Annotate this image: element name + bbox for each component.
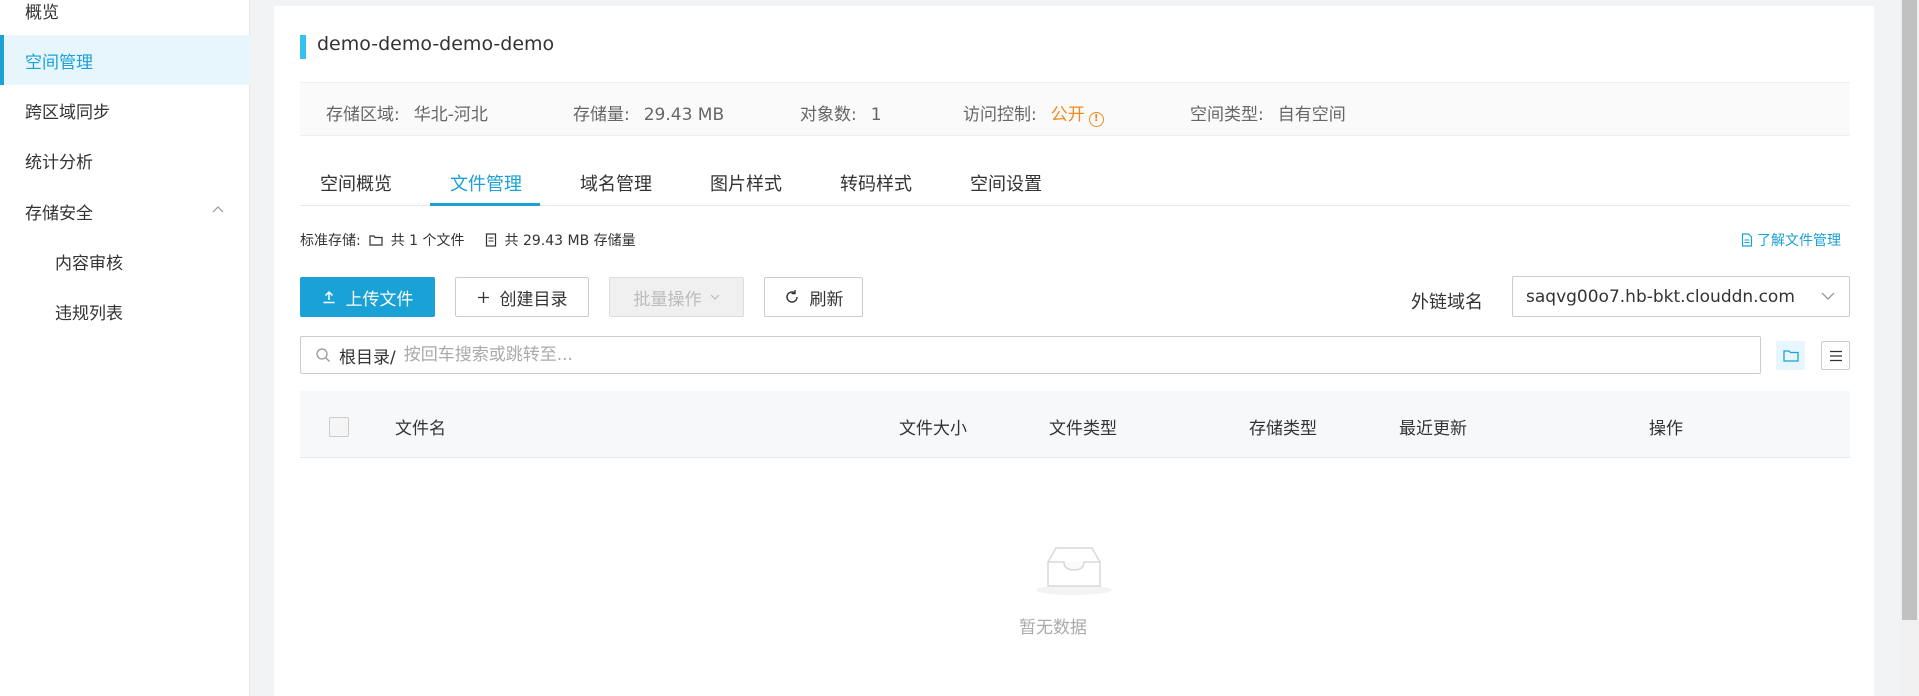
tab-domain-management[interactable]: 域名管理 [580, 170, 652, 196]
sidebar-item-space-management[interactable]: 空间管理 [0, 35, 250, 85]
refresh-label: 刷新 [809, 289, 844, 310]
scrollbar-thumb[interactable] [1902, 0, 1917, 620]
tab-image-styles[interactable]: 图片样式 [710, 170, 782, 196]
sidebar-item-label: 空间管理 [25, 52, 93, 73]
learn-link-label: 了解文件管理 [1757, 233, 1841, 249]
sidebar: 概览 空间管理 跨区域同步 统计分析 存储安全 内容审核 违规列表 [0, 0, 250, 696]
column-header-last-updated[interactable]: 最近更新 [1399, 414, 1467, 439]
tab-space-settings[interactable]: 空间设置 [970, 170, 1042, 196]
info-storage: 存储量: 29.43 MB [573, 100, 724, 125]
sidebar-item-label: 违规列表 [55, 303, 123, 324]
batch-operations-label: 批量操作 [633, 289, 702, 310]
tab-bar: 空间概览 文件管理 域名管理 图片样式 转码样式 空间设置 [300, 160, 1850, 206]
list-icon [1829, 350, 1842, 361]
column-header-filesize[interactable]: 文件大小 [899, 414, 967, 439]
folder-icon [369, 234, 383, 246]
sidebar-item-violation-list[interactable]: 违规列表 [0, 286, 250, 336]
info-value: 自有空间 [1277, 105, 1346, 125]
batch-operations-button[interactable]: 批量操作 [609, 277, 744, 317]
info-region: 存储区域: 华北-河北 [326, 100, 488, 125]
domain-select-value: saqvg00o7.hb-bkt.clouddn.com [1526, 286, 1795, 307]
plus-icon [477, 291, 489, 303]
access-public-value: 公开 [1050, 105, 1085, 125]
chevron-down-icon [1821, 292, 1835, 300]
main-panel: demo-demo-demo-demo 存储区域: 华北-河北 存储量: 29.43… [274, 6, 1874, 696]
stats-file-count: 共 1 个文件 [390, 233, 465, 249]
create-directory-button[interactable]: 创建目录 [455, 277, 589, 317]
sidebar-item-statistics[interactable]: 统计分析 [0, 135, 250, 185]
chevron-up-icon [212, 206, 224, 213]
info-label: 空间类型: [1190, 105, 1264, 125]
bucket-info-bar: 存储区域: 华北-河北 存储量: 29.43 MB 对象数: 1 访问控制: 公开! 空… [300, 82, 1850, 136]
learn-file-management-link[interactable]: 了解文件管理 [1741, 230, 1841, 250]
sidebar-item-label: 概览 [25, 2, 59, 23]
sidebar-item-label: 内容审核 [55, 253, 123, 274]
empty-inbox-icon [1034, 542, 1114, 600]
storage-stats: 标准存储: 共 1 个文件 共 29.43 MB 存储量 [300, 230, 636, 250]
upload-icon [323, 290, 334, 304]
sidebar-item-overview[interactable]: 概览 [0, 0, 250, 35]
column-header-storage-type[interactable]: 存储类型 [1249, 414, 1317, 439]
info-label: 存储区域: [326, 105, 400, 125]
select-all-checkbox[interactable] [329, 417, 349, 437]
root-directory-breadcrumb[interactable]: 根目录/ [339, 343, 396, 368]
title-accent-bar [300, 35, 306, 59]
external-domain-label: 外链域名 [1411, 292, 1483, 313]
info-value: 华北-河北 [413, 105, 488, 125]
refresh-button[interactable]: 刷新 [764, 277, 863, 317]
info-label: 访问控制: [963, 105, 1037, 125]
tab-space-overview[interactable]: 空间概览 [320, 170, 392, 196]
warning-icon[interactable]: ! [1088, 112, 1104, 127]
create-directory-label: 创建目录 [499, 289, 568, 310]
sidebar-item-label: 统计分析 [25, 152, 93, 173]
folder-icon [1782, 350, 1799, 362]
path-search-bar: 根目录/ [300, 336, 1761, 374]
stats-prefix: 标准存储: [300, 233, 361, 249]
info-access: 访问控制: 公开! [963, 100, 1104, 127]
upload-label: 上传文件 [345, 289, 414, 310]
empty-state-text: 暂无数据 [1019, 618, 1087, 638]
sidebar-item-content-review[interactable]: 内容审核 [0, 236, 250, 286]
upload-file-button[interactable]: 上传文件 [300, 277, 435, 317]
folder-view-button[interactable] [1776, 341, 1805, 370]
page-title: demo-demo-demo-demo [317, 33, 555, 55]
info-value: 1 [870, 105, 882, 125]
sidebar-item-label: 跨区域同步 [25, 102, 110, 123]
sidebar-item-cross-region-sync[interactable]: 跨区域同步 [0, 85, 250, 135]
sidebar-item-label: 存储安全 [25, 203, 93, 224]
info-type: 空间类型: 自有空间 [1190, 100, 1346, 125]
file-table-header: 文件名 文件大小 文件类型 存储类型 最近更新 操作 [300, 391, 1850, 458]
sidebar-item-storage-security[interactable]: 存储安全 [0, 186, 250, 236]
column-header-filetype[interactable]: 文件类型 [1049, 414, 1117, 439]
column-header-filename[interactable]: 文件名 [395, 414, 446, 439]
storage-icon [485, 233, 497, 247]
stats-storage-size: 共 29.43 MB 存储量 [504, 233, 636, 249]
column-header-actions: 操作 [1649, 419, 1683, 439]
info-label: 存储量: [573, 105, 630, 125]
info-value: 29.43 MB [643, 105, 725, 125]
list-view-button[interactable] [1821, 341, 1850, 370]
tab-file-management[interactable]: 文件管理 [450, 170, 522, 196]
refresh-icon [785, 290, 798, 303]
search-icon [316, 348, 330, 362]
chevron-down-icon [710, 294, 719, 300]
active-tab-indicator [430, 203, 540, 206]
info-label: 对象数: [800, 105, 857, 125]
tab-transcode-styles[interactable]: 转码样式 [840, 170, 912, 196]
document-icon [1741, 233, 1753, 247]
external-domain-select[interactable]: saqvg00o7.hb-bkt.clouddn.com [1512, 276, 1850, 317]
search-input[interactable] [403, 345, 1504, 365]
info-objects: 对象数: 1 [800, 100, 882, 125]
